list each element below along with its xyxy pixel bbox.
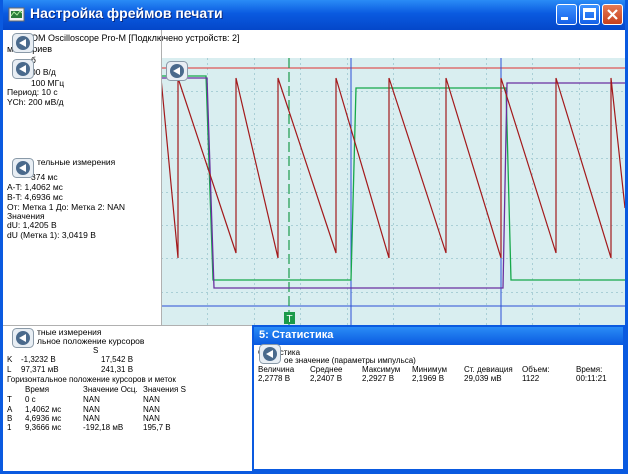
minimize-icon (561, 17, 568, 20)
maximize-icon (583, 8, 596, 20)
stat-value: 2,1969 В (412, 374, 445, 383)
table-cell: NAN (143, 395, 160, 404)
device-line: OM Oscilloscope Pro-M [Подключено устрой… (31, 33, 240, 43)
table-cell: NAN (143, 405, 160, 414)
app-icon (8, 7, 25, 22)
info-line-vdiv: 00 В/д (31, 67, 56, 77)
maximize-button[interactable] (579, 4, 600, 25)
close-button[interactable] (602, 4, 623, 25)
stat-value: 2,2778 В (258, 374, 291, 383)
horizontal-header: Горизонтальное положение курсоров и мето… (7, 375, 176, 384)
stat-header: Минимум (412, 365, 448, 374)
table-cell: 4,6936 мс (25, 414, 62, 423)
info-line-period: Период: 10 с (7, 87, 58, 97)
table-row-label: A (7, 405, 13, 414)
row-value: 97,371 мВ (21, 365, 59, 374)
table-cell: -192,18 мВ (83, 423, 124, 432)
table-cell: NAN (83, 414, 100, 423)
pane-divider (161, 30, 162, 325)
oscilloscope-pane[interactable]: T (160, 58, 625, 325)
trigger-marker-label: T (286, 314, 292, 325)
stat-value: 00:11:21 (576, 374, 607, 383)
col-s-label: S (93, 346, 99, 355)
table-header: Значение Осц. (83, 385, 138, 394)
back-arrow-icon[interactable] (166, 61, 188, 81)
table-row-label: 1 (7, 423, 12, 432)
stat-value: 1122 (522, 374, 540, 383)
meas-line: A-T: 1,4062 мс (7, 182, 63, 192)
row-value: -1,3232 В (21, 355, 56, 364)
statistics-title-bar[interactable]: 5: Статистика (254, 327, 623, 345)
row-label: L (7, 365, 12, 374)
statistics-window[interactable]: 5: Статистика Статистика ое значение (па… (252, 325, 625, 471)
stat-header: Объем: (522, 365, 550, 374)
table-row-label: T (7, 395, 12, 404)
stat-header: Время: (576, 365, 603, 374)
back-arrow-icon[interactable] (259, 344, 281, 364)
table-row-label: B (7, 414, 13, 423)
meas-line: dU (Метка 1): 3,0419 В (7, 230, 96, 240)
stat-header: Среднее (310, 365, 343, 374)
stat-header: Ст. девиация (464, 365, 513, 374)
table-cell: 0 с (25, 395, 36, 404)
close-icon (607, 9, 618, 20)
table-cell: 1,4062 мс (25, 405, 62, 414)
statistics-title: 5: Статистика (259, 329, 334, 341)
stat-value: 2,2927 В (362, 374, 395, 383)
stat-value: 2,2407 В (310, 374, 343, 383)
meas-line: 374 мс (31, 172, 58, 182)
info-line-ych: YCh: 200 мВ/д (7, 97, 64, 107)
statistics-subsection: ое значение (параметры импульса) (284, 356, 416, 365)
row-value: 241,31 В (101, 365, 134, 374)
print-frames-window: Настройка фреймов печати OM Oscilloscope… (0, 0, 628, 474)
row-label: K (7, 355, 13, 364)
meas-line: B-T: 4,6936 мс (7, 192, 63, 202)
back-arrow-icon[interactable] (12, 59, 34, 79)
stat-value: 29,039 мВ (464, 374, 502, 383)
table-cell: 9,3666 мс (25, 423, 62, 432)
table-header: Значения S (143, 385, 186, 394)
table-header: Время (25, 385, 50, 394)
row-value: 17,542 В (101, 355, 134, 364)
measurements-pane: тельные измерения 374 мс A-T: 1,4062 мс … (3, 155, 161, 325)
cursor-pane: тные измерения льное положение курсоров … (3, 326, 251, 471)
cursor-header-2: льное положение курсоров (37, 336, 145, 346)
back-arrow-icon[interactable] (12, 158, 34, 178)
meas-line: dU: 1,4205 В (7, 220, 57, 230)
table-cell: NAN (83, 405, 100, 414)
stat-header: Максимум (362, 365, 401, 374)
table-cell: NAN (83, 395, 100, 404)
stat-header: Величина (258, 365, 295, 374)
window-title: Настройка фреймов печати (30, 5, 223, 21)
oscilloscope-plot[interactable]: T (160, 58, 625, 325)
minimize-button[interactable] (556, 4, 577, 25)
table-cell: NAN (143, 414, 160, 423)
back-arrow-icon[interactable] (12, 33, 34, 53)
title-bar[interactable]: Настройка фреймов печати (3, 0, 625, 30)
back-arrow-icon[interactable] (12, 328, 34, 348)
table-cell: 195,7 В (143, 423, 171, 432)
measurements-header: тельные измерения (37, 157, 116, 167)
